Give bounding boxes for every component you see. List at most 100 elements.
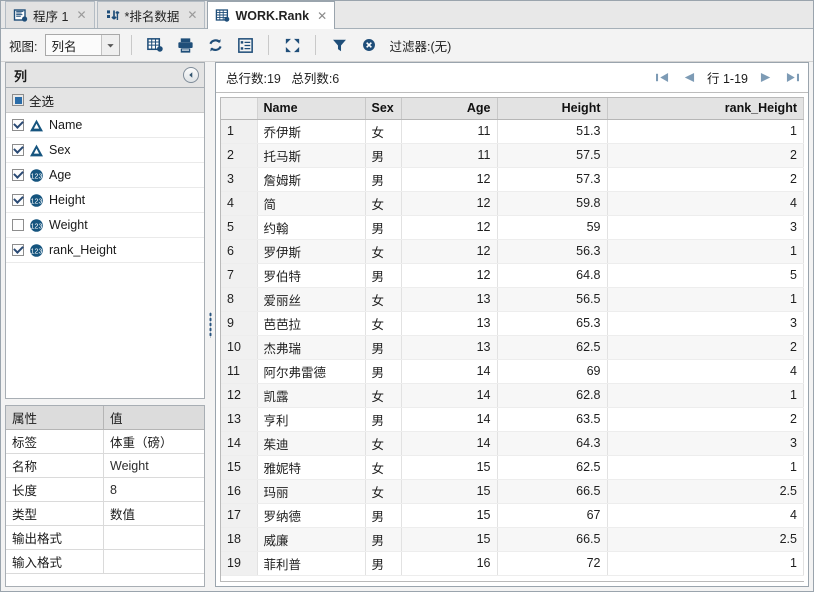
cell-Sex[interactable]: 男 (365, 407, 402, 432)
cell-Name[interactable]: 罗伯特 (257, 263, 366, 288)
column-header-name[interactable]: Name (257, 98, 366, 120)
cell-rank_Height[interactable]: 1 (607, 287, 804, 312)
cell-Sex[interactable]: 男 (365, 551, 402, 576)
refresh-icon[interactable] (203, 33, 227, 57)
column-item-height[interactable]: 123 Height (6, 188, 204, 213)
cell-Sex[interactable]: 女 (365, 431, 402, 456)
column-header-rownum[interactable] (221, 98, 258, 120)
cell-rank_Height[interactable]: 2 (607, 335, 804, 360)
pane-splitter[interactable] (205, 62, 215, 587)
column-checkbox[interactable] (12, 244, 24, 256)
cell-rank_Height[interactable]: 2.5 (607, 479, 804, 504)
cell-rank_Height[interactable]: 4 (607, 503, 804, 528)
cell-rank_Height[interactable]: 1 (607, 455, 804, 480)
print-icon[interactable] (173, 33, 197, 57)
cell-Height[interactable]: 64.8 (497, 263, 608, 288)
filter-icon[interactable] (327, 33, 351, 57)
column-header-rank-height[interactable]: rank_Height (607, 98, 804, 120)
table-row[interactable]: 9 芭芭拉女 13 65.3 3 (221, 311, 804, 336)
table-row[interactable]: 10 杰弗瑞男 13 62.5 2 (221, 335, 804, 360)
new-table-icon[interactable] (143, 33, 167, 57)
table-row[interactable]: 6 罗伊斯女 12 56.3 1 (221, 239, 804, 264)
property-row-output-format[interactable]: 输出格式 (6, 526, 204, 550)
cell-Sex[interactable]: 男 (365, 359, 402, 384)
cell-Age[interactable]: 12 (401, 167, 498, 192)
cell-Age[interactable]: 15 (401, 527, 498, 552)
cell-Height[interactable]: 69 (497, 359, 608, 384)
cell-rank_Height[interactable]: 1 (607, 119, 804, 144)
cell-Name[interactable]: 雅妮特 (257, 455, 366, 480)
cell-Age[interactable]: 12 (401, 215, 498, 240)
property-row-name[interactable]: 名称 Weight (6, 454, 204, 478)
table-row[interactable]: 3 詹姆斯男 12 57.3 2 (221, 167, 804, 192)
cell-Name[interactable]: 罗纳德 (257, 503, 366, 528)
fullscreen-icon[interactable] (280, 33, 304, 57)
cell-rank_Height[interactable]: 3 (607, 311, 804, 336)
next-page-icon[interactable] (759, 71, 774, 85)
clear-filter-icon[interactable] (357, 33, 381, 57)
cell-Sex[interactable]: 男 (365, 503, 402, 528)
cell-Height[interactable]: 65.3 (497, 311, 608, 336)
cell-Age[interactable]: 13 (401, 287, 498, 312)
cell-Name[interactable]: 简 (257, 191, 366, 216)
cell-rank_Height[interactable]: 4 (607, 359, 804, 384)
cell-rank_Height[interactable]: 1 (607, 239, 804, 264)
cell-Sex[interactable]: 男 (365, 527, 402, 552)
cell-Height[interactable]: 56.5 (497, 287, 608, 312)
table-row[interactable]: 17 罗纳德男 15 67 4 (221, 503, 804, 528)
cell-Age[interactable]: 15 (401, 503, 498, 528)
column-checkbox[interactable] (12, 169, 24, 181)
cell-Sex[interactable]: 女 (365, 287, 402, 312)
cell-Height[interactable]: 57.3 (497, 167, 608, 192)
table-row[interactable]: 19 菲利普男 16 72 1 (221, 551, 804, 576)
cell-Sex[interactable]: 女 (365, 239, 402, 264)
close-icon[interactable]: ✕ (187, 8, 197, 22)
close-icon[interactable]: ✕ (76, 8, 86, 22)
column-checkbox[interactable] (12, 119, 24, 131)
table-row[interactable]: 14 茱迪女 14 64.3 3 (221, 431, 804, 456)
cell-Sex[interactable]: 男 (365, 263, 402, 288)
cell-Age[interactable]: 15 (401, 479, 498, 504)
cell-Name[interactable]: 威廉 (257, 527, 366, 552)
cell-Age[interactable]: 13 (401, 335, 498, 360)
cell-Age[interactable]: 14 (401, 431, 498, 456)
tab-work-rank[interactable]: WORK.Rank ✕ (207, 1, 336, 29)
tab-program-1[interactable]: 程序 1 ✕ (5, 1, 95, 28)
cell-Age[interactable]: 12 (401, 263, 498, 288)
cell-Age[interactable]: 16 (401, 551, 498, 576)
collapse-left-icon[interactable] (183, 67, 199, 83)
cell-Height[interactable]: 66.5 (497, 527, 608, 552)
cell-rank_Height[interactable]: 2 (607, 143, 804, 168)
cell-Name[interactable]: 托马斯 (257, 143, 366, 168)
cell-rank_Height[interactable]: 2 (607, 167, 804, 192)
column-item-age[interactable]: 123 Age (6, 163, 204, 188)
cell-rank_Height[interactable]: 3 (607, 215, 804, 240)
cell-Name[interactable]: 约翰 (257, 215, 366, 240)
view-select[interactable]: 列名 (45, 34, 121, 56)
cell-Sex[interactable]: 女 (365, 191, 402, 216)
table-row[interactable]: 12 凯露女 14 62.8 1 (221, 383, 804, 408)
cell-Age[interactable]: 12 (401, 191, 498, 216)
cell-Name[interactable]: 乔伊斯 (257, 119, 366, 144)
cell-Name[interactable]: 玛丽 (257, 479, 366, 504)
table-row[interactable]: 2 托马斯男 11 57.5 2 (221, 143, 804, 168)
cell-Sex[interactable]: 女 (365, 479, 402, 504)
table-row[interactable]: 11 阿尔弗雷德男 14 69 4 (221, 359, 804, 384)
table-row[interactable]: 18 威廉男 15 66.5 2.5 (221, 527, 804, 552)
first-page-icon[interactable] (655, 71, 670, 85)
last-page-icon[interactable] (785, 71, 800, 85)
cell-Name[interactable]: 詹姆斯 (257, 167, 366, 192)
cell-Sex[interactable]: 男 (365, 335, 402, 360)
cell-Name[interactable]: 芭芭拉 (257, 311, 366, 336)
cell-Sex[interactable]: 男 (365, 167, 402, 192)
table-row[interactable]: 8 爱丽丝女 13 56.5 1 (221, 287, 804, 312)
cell-Age[interactable]: 14 (401, 383, 498, 408)
cell-Age[interactable]: 11 (401, 119, 498, 144)
cell-Height[interactable]: 62.8 (497, 383, 608, 408)
table-row[interactable]: 15 雅妮特女 15 62.5 1 (221, 455, 804, 480)
cell-Name[interactable]: 亨利 (257, 407, 366, 432)
cell-Age[interactable]: 14 (401, 407, 498, 432)
cell-Sex[interactable]: 男 (365, 143, 402, 168)
table-row[interactable]: 13 亨利男 14 63.5 2 (221, 407, 804, 432)
column-checkbox[interactable] (12, 194, 24, 206)
